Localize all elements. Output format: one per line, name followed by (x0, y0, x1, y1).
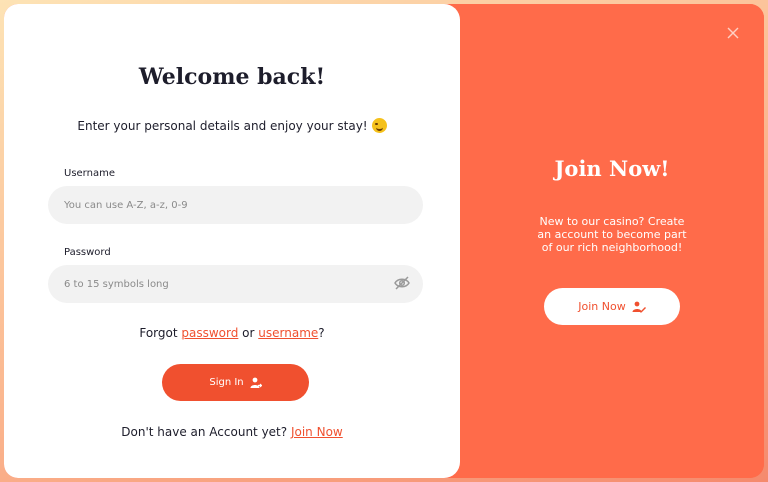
auth-modal: Welcome back! Enter your personal detail… (4, 4, 764, 478)
username-label: Username (64, 168, 115, 179)
login-subtitle-text: Enter your personal details and enjoy yo… (77, 119, 368, 133)
forgot-credentials: Forgot password or username? (4, 326, 460, 340)
sign-in-label: Sign In (209, 377, 244, 388)
user-arrow-icon (250, 377, 262, 388)
forgot-password-link[interactable]: password (181, 326, 238, 340)
eye-off-icon[interactable] (394, 276, 410, 290)
join-now-link[interactable]: Join Now (291, 425, 343, 439)
username-input[interactable] (48, 186, 423, 224)
forgot-suffix: ? (318, 326, 325, 340)
join-title: Join Now! (554, 156, 670, 181)
login-title: Welcome back! (138, 64, 326, 90)
forgot-username-link[interactable]: username (258, 326, 318, 340)
join-now-label: Join Now (578, 300, 626, 313)
join-panel: Join Now! New to our casino? Create an a… (460, 4, 764, 478)
no-account-text: Don't have an Account yet? Join Now (4, 425, 460, 439)
password-input[interactable] (48, 265, 423, 303)
login-panel: Welcome back! Enter your personal detail… (4, 4, 460, 478)
password-label: Password (64, 247, 111, 258)
sign-in-button[interactable]: Sign In (162, 364, 309, 401)
forgot-middle: or (238, 326, 259, 340)
login-subtitle: Enter your personal details and enjoy yo… (4, 118, 460, 133)
winking-face-emoji-icon (371, 118, 387, 133)
forgot-prefix: Forgot (139, 326, 182, 340)
user-edit-icon (632, 301, 646, 313)
no-account-prefix: Don't have an Account yet? (121, 425, 291, 439)
close-icon[interactable] (726, 26, 740, 40)
join-description: New to our casino? Create an account to … (537, 215, 687, 254)
join-now-button[interactable]: Join Now (544, 288, 680, 325)
